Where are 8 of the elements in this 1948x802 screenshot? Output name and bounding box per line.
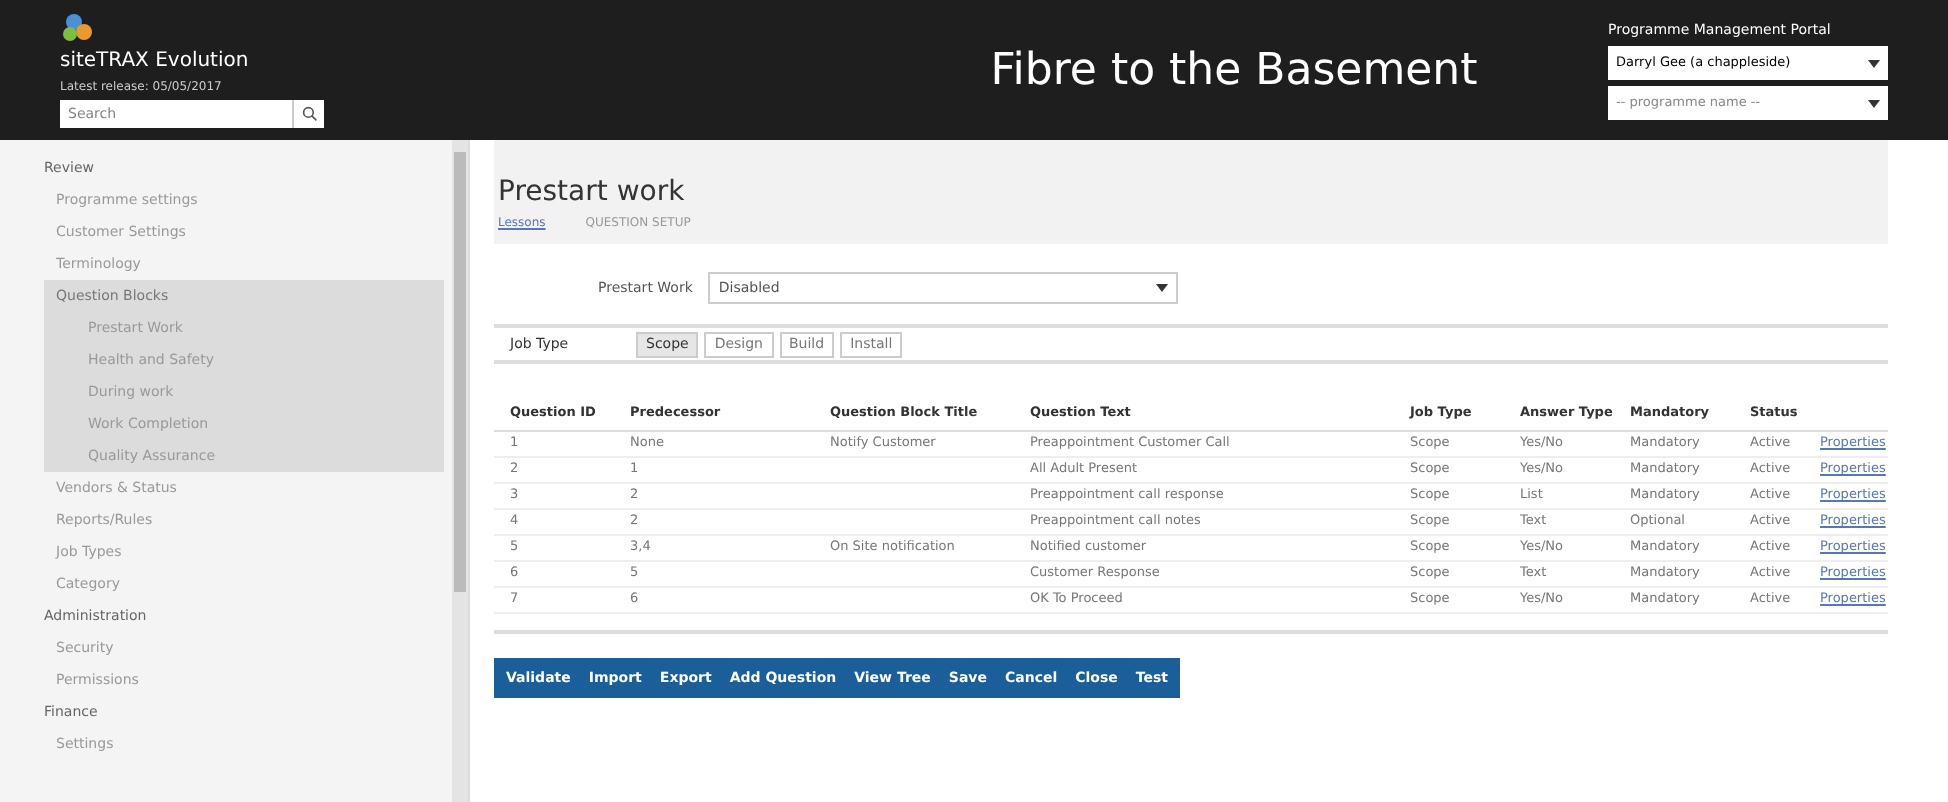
page-title: Fibre to the Basement [990, 43, 1478, 99]
caret-icon [1868, 59, 1880, 68]
search-icon [301, 106, 317, 122]
search-button[interactable] [292, 100, 324, 128]
content-title: Prestart work [498, 174, 687, 212]
caret-icon [1868, 99, 1880, 108]
caret-icon [1156, 284, 1169, 292]
app-name: siteTRAX Evolution [60, 48, 251, 76]
